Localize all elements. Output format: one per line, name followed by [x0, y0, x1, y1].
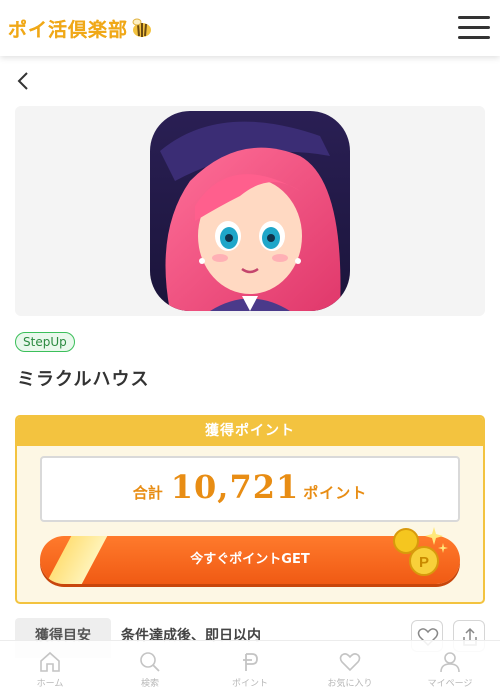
- tab-label: 検索: [140, 679, 159, 689]
- bee-icon: [132, 18, 152, 37]
- logo-text: ポイ活倶楽部: [8, 18, 129, 41]
- app-hero: [15, 106, 485, 316]
- tab-label: お気に入り: [327, 679, 373, 689]
- total-value: 10,721: [170, 468, 300, 506]
- tab-label: ポイント: [231, 679, 268, 689]
- page-title: ミラクルハウス: [17, 369, 150, 390]
- tab-label: マイページ: [427, 679, 473, 689]
- coins-icon: P: [393, 527, 448, 576]
- status-badge: StepUp: [15, 332, 75, 352]
- app-header: ポイ活倶楽部: [0, 0, 500, 56]
- total-label: 合計: [132, 484, 163, 502]
- search-icon: [140, 652, 160, 672]
- points-heading: 獲得ポイント: [17, 417, 483, 446]
- back-icon[interactable]: [14, 70, 34, 92]
- tab-label: ホーム: [36, 679, 64, 689]
- tab-mypage[interactable]: マイページ: [400, 641, 500, 700]
- total-points: 合計 10,721 ポイント: [40, 456, 460, 522]
- point-icon: [243, 653, 258, 671]
- menu-icon[interactable]: [458, 12, 490, 42]
- tab-favorites[interactable]: お気に入り: [300, 641, 400, 700]
- heart-icon: [339, 653, 361, 672]
- bottom-tab-bar: ホーム 検索 ポイント お気に入り マイページ: [0, 640, 500, 700]
- svg-text:P: P: [419, 554, 429, 571]
- tab-search[interactable]: 検索: [100, 641, 200, 700]
- points-unit: ポイント: [303, 484, 368, 502]
- user-icon: [440, 652, 460, 673]
- tab-points[interactable]: ポイント: [200, 641, 300, 700]
- site-logo[interactable]: ポイ活倶楽部: [8, 14, 154, 42]
- tab-home[interactable]: ホーム: [0, 641, 100, 700]
- home-icon: [40, 651, 60, 672]
- app-icon-image: [150, 111, 350, 311]
